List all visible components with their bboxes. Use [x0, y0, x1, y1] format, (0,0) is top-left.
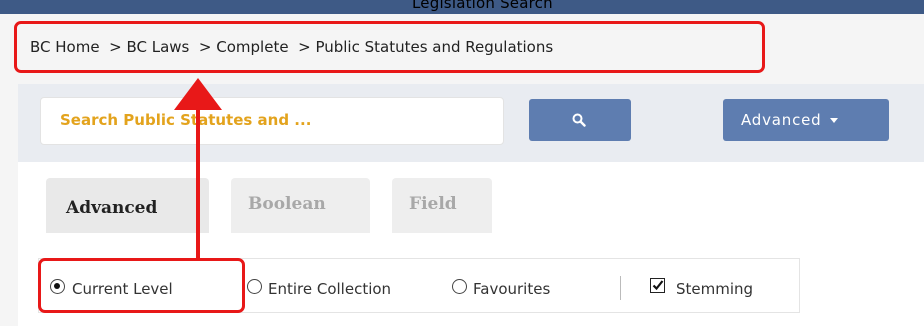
label-stemming[interactable]: Stemming — [676, 280, 753, 298]
tab-boolean[interactable]: Boolean — [231, 178, 370, 233]
annotation-arrow-head — [174, 78, 222, 110]
search-placeholder: Search Public Statutes and ... — [60, 111, 312, 129]
options-separator — [620, 276, 621, 300]
checkbox-stemming[interactable] — [650, 278, 665, 293]
tab-field-label: Field — [409, 194, 457, 214]
annotation-arrow-shaft — [196, 108, 200, 260]
search-input[interactable]: Search Public Statutes and ... — [40, 97, 504, 145]
breadcrumb-highlight-box — [14, 21, 765, 73]
advanced-dropdown-button[interactable]: Advanced — [723, 99, 889, 141]
tab-advanced-label: Advanced — [66, 198, 158, 218]
search-button[interactable] — [529, 99, 631, 141]
left-gutter — [0, 84, 18, 326]
banner-caption: Legislation Search — [412, 0, 553, 12]
radio-entire-collection[interactable] — [247, 279, 262, 294]
caret-down-icon — [829, 118, 838, 123]
search-icon — [572, 113, 586, 127]
radio-favourites[interactable] — [452, 279, 467, 294]
tab-advanced[interactable]: Advanced — [46, 178, 209, 233]
check-icon — [652, 280, 664, 291]
tab-boolean-label: Boolean — [248, 194, 326, 214]
advanced-button-label: Advanced — [741, 111, 822, 129]
current-level-highlight-box — [38, 258, 245, 313]
tab-field[interactable]: Field — [392, 178, 492, 233]
label-entire-collection[interactable]: Entire Collection — [268, 280, 391, 298]
label-favourites[interactable]: Favourites — [473, 280, 550, 298]
